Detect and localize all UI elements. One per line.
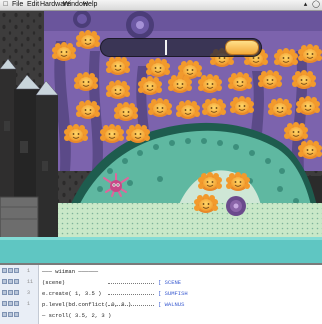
jellyfish	[126, 124, 150, 143]
urchin	[226, 196, 246, 216]
jellyfish	[146, 58, 170, 77]
jellyfish	[148, 98, 172, 117]
jellyfish	[76, 100, 100, 119]
line-number: 1	[27, 301, 31, 307]
menu-status-area: ▴ ◯	[304, 0, 320, 10]
code-editor[interactable]: 1 ――― wiiman ―――――― 11 (scene) [ SCENE 3…	[0, 263, 322, 324]
jellyfish	[202, 98, 226, 117]
speaker-icon[interactable]: ▴	[304, 1, 308, 8]
jellyfish	[198, 74, 222, 93]
clock-icon[interactable]: ◯	[312, 1, 320, 8]
jellyfish	[76, 30, 100, 49]
jellyfish	[168, 74, 192, 93]
hud-progress-fill	[226, 41, 258, 54]
line-toggle-icons[interactable]	[2, 301, 24, 307]
jellyfish	[138, 76, 162, 95]
menu-bar:  File Edit Hardware Window Help ▴ ◯	[0, 0, 322, 11]
code-line[interactable]: 1 ――― wiiman ――――――	[0, 266, 322, 276]
line-toggle-icons[interactable]	[2, 312, 24, 318]
line-toggle-icons[interactable]	[2, 279, 24, 285]
jellyfish	[298, 44, 322, 63]
jellyfish	[258, 70, 282, 89]
jellyfish	[226, 172, 250, 191]
jellyfish	[228, 72, 252, 91]
jellyfish	[194, 194, 218, 213]
jellyfish	[230, 96, 254, 115]
line-code: ――― wiiman ――――――	[42, 268, 99, 275]
jellyfish	[74, 72, 98, 91]
jellyfish	[292, 70, 316, 89]
jellyfish	[106, 56, 130, 75]
jellyfish	[298, 140, 322, 159]
game-canvas[interactable]	[0, 11, 322, 263]
apple-icon[interactable]: 	[3, 0, 8, 10]
jellyfish	[274, 48, 298, 67]
menu-edit[interactable]: Edit	[27, 0, 39, 10]
line-toggle-icons[interactable]	[2, 268, 24, 274]
line-number: 11	[27, 279, 34, 285]
menu-help[interactable]: Help	[83, 0, 97, 10]
line-code: e.create( 1, 3.5 )	[42, 290, 102, 297]
line-number: 1	[27, 268, 31, 274]
line-code: (scene)	[42, 279, 66, 286]
water-surface	[0, 237, 322, 263]
jellyfish	[198, 172, 222, 191]
line-comment: [ SCENE	[158, 279, 182, 286]
line-comment: [ SUMFISH	[158, 290, 188, 297]
comment-leader	[108, 294, 154, 295]
line-code: ― scroll( 3.5, 2, 3 )	[42, 312, 112, 319]
jellyfish	[176, 100, 200, 119]
jellyfish	[284, 122, 308, 141]
jellyfish	[52, 42, 76, 61]
hud-progress-bar	[100, 38, 262, 57]
code-line[interactable]: ― scroll( 3.5, 2, 3 )	[0, 310, 322, 320]
code-line[interactable]: 3 e.create( 1, 3.5 ) [ SUMFISH	[0, 288, 322, 298]
jellyfish	[106, 80, 130, 99]
menu-file[interactable]: File	[12, 0, 23, 10]
line-comment: [ WALNUS	[158, 301, 185, 308]
hud-marker	[165, 40, 167, 55]
jellyfish	[100, 124, 124, 143]
line-toggle-icons[interactable]	[2, 290, 24, 296]
code-line[interactable]: 1 p.level(bd.conflict( 0, 8 ) [ WALNUS	[0, 299, 322, 309]
jellyfish	[64, 124, 88, 143]
comment-leader	[108, 305, 154, 306]
comment-leader	[108, 283, 154, 284]
line-number: 3	[27, 290, 31, 296]
code-line[interactable]: 11 (scene) [ SCENE	[0, 277, 322, 287]
jellyfish	[268, 98, 292, 117]
jellyfish	[114, 102, 138, 121]
jellyfish	[296, 96, 320, 115]
